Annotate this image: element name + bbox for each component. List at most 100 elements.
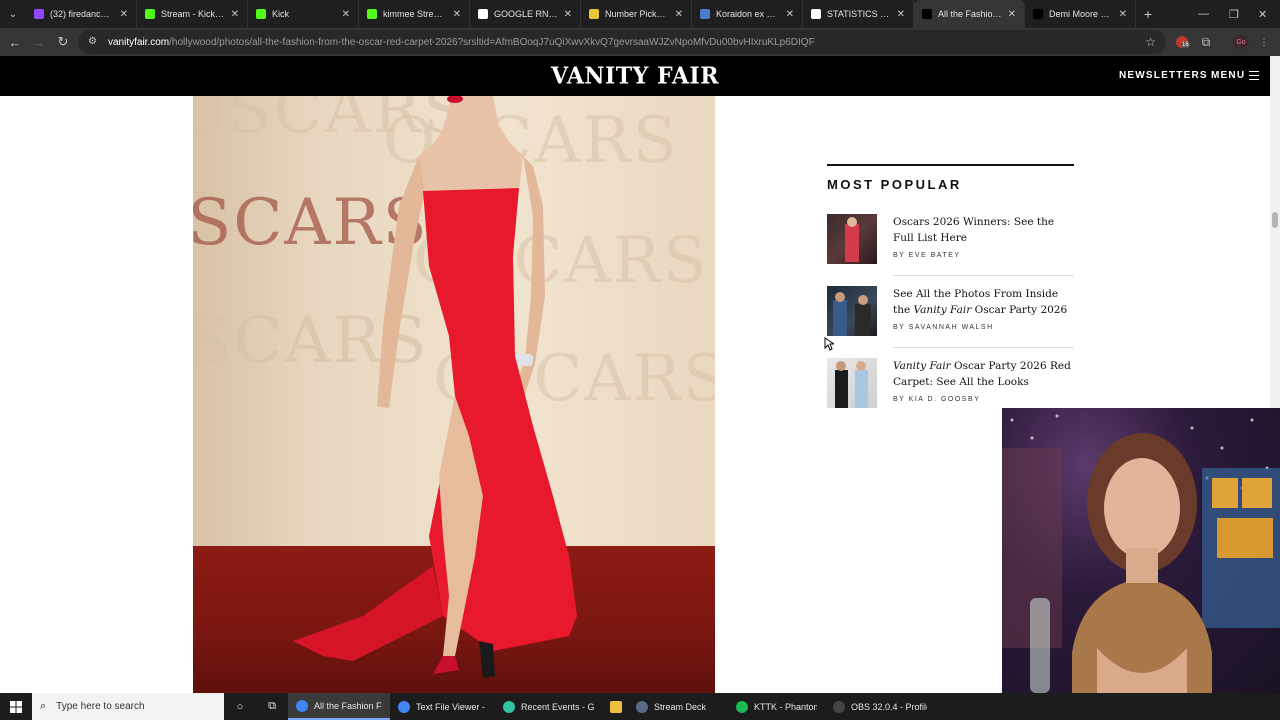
vanity-fair-icon xyxy=(1033,9,1043,19)
taskbar-search-input[interactable]: ⌕ Type here to search xyxy=(32,693,224,720)
restore-icon[interactable]: ❐ xyxy=(1229,0,1239,28)
popular-item[interactable]: Oscars 2026 Winners: See the Full List H… xyxy=(827,214,1074,276)
task-view-icon[interactable]: ⧉ xyxy=(256,693,288,720)
taskbar-app[interactable]: KTTK - Phantom xyxy=(728,693,825,720)
popular-thumbnail[interactable] xyxy=(827,358,877,408)
popular-headline[interactable]: See All the Photos From Inside the Vanit… xyxy=(893,286,1074,318)
taskbar-app[interactable]: All the Fashion Fro... xyxy=(288,693,390,720)
tab-close-icon[interactable]: ✕ xyxy=(120,9,128,20)
google-icon xyxy=(811,9,821,19)
tab-title: STATISTICS OF PU xyxy=(827,9,891,19)
streamlabs-icon xyxy=(503,700,515,713)
new-tab-button[interactable]: + xyxy=(1136,6,1160,22)
browser-tab[interactable]: Stream - Kick Das ✕ xyxy=(137,0,248,28)
google-icon xyxy=(478,9,488,19)
popular-thumbnail[interactable] xyxy=(827,214,877,264)
model-figure xyxy=(293,96,577,678)
item-divider xyxy=(893,347,1074,348)
taskbar-app[interactable]: Stream Deck xyxy=(628,693,728,720)
streamer-figure xyxy=(1002,414,1280,693)
browser-tab[interactable]: All the Fashion Fr ✕ xyxy=(914,0,1025,28)
tab-close-icon[interactable]: ✕ xyxy=(786,9,794,20)
popular-headline[interactable]: Vanity Fair Oscar Party 2026 Red Carpet:… xyxy=(893,358,1074,390)
taskbar-app-label: Recent Events - Go... xyxy=(521,701,594,712)
browser-tab[interactable]: (32) firedancer - T ✕ xyxy=(26,0,137,28)
url-host: vanityfair.com xyxy=(108,36,170,48)
tab-title: GOOGLE RNG - G xyxy=(494,9,558,19)
tab-title: (32) firedancer - T xyxy=(50,9,114,19)
browser-menu-icon[interactable]: ⋮ xyxy=(1256,34,1272,50)
taskbar-app-label: Stream Deck xyxy=(654,701,707,712)
taskbar-app[interactable]: OBS 32.0.4 - Profile:... xyxy=(825,693,935,720)
site-header: VANITY FAIR NEWSLETTERS MENU xyxy=(0,56,1280,96)
mouse-cursor-icon xyxy=(824,337,834,351)
kick-icon xyxy=(256,9,266,19)
browser-tab[interactable]: Kick ✕ xyxy=(248,0,359,28)
tab-close-icon[interactable]: ✕ xyxy=(897,9,905,20)
tab-close-icon[interactable]: ✕ xyxy=(1008,9,1016,20)
taskbar-app-label: All the Fashion Fro... xyxy=(314,700,382,711)
address-bar[interactable]: ⚙ vanityfair.com /hollywood/photos/all-t… xyxy=(78,30,1166,54)
newsletters-link[interactable]: NEWSLETTERS xyxy=(1119,70,1208,81)
scrollbar-thumb[interactable] xyxy=(1272,212,1278,228)
tab-close-icon[interactable]: ✕ xyxy=(231,9,239,20)
taskbar-app[interactable]: Text File Viewer - G... xyxy=(390,693,495,720)
tab-close-icon[interactable]: ✕ xyxy=(1119,9,1127,20)
back-icon[interactable]: ← xyxy=(3,30,27,54)
stream-deck-icon xyxy=(636,700,648,713)
windows-start-icon[interactable] xyxy=(0,693,32,720)
profile-avatar[interactable]: Go xyxy=(1233,34,1249,50)
browser-tab[interactable]: GOOGLE RNG - G ✕ xyxy=(470,0,581,28)
tab-title: Kick xyxy=(272,9,290,19)
popular-byline: BY SAVANNAH WALSH xyxy=(893,324,994,331)
vanity-fair-icon xyxy=(922,9,932,19)
taskbar-app-label: KTTK - Phantom xyxy=(754,701,817,712)
browser-tab[interactable]: Demi Moore Says ✕ xyxy=(1025,0,1136,28)
bookmark-star-icon[interactable]: ☆ xyxy=(1145,35,1156,49)
picker-icon xyxy=(589,9,599,19)
tab-close-icon[interactable]: ✕ xyxy=(453,9,461,20)
chrome-icon xyxy=(296,699,308,712)
folder-icon xyxy=(610,700,622,713)
popular-thumbnail[interactable] xyxy=(827,286,877,336)
tab-close-icon[interactable]: ✕ xyxy=(564,9,572,20)
tab-close-icon[interactable]: ✕ xyxy=(675,9,683,20)
popular-byline: BY EVE BATEY xyxy=(893,252,961,259)
browser-tab[interactable]: kimmee Stream - ✕ xyxy=(359,0,470,28)
browser-toolbar: ← → ↻ ⚙ vanityfair.com /hollywood/photos… xyxy=(0,28,1280,56)
taskbar-app[interactable]: Recent Events - Go... xyxy=(495,693,602,720)
tab-title: All the Fashion Fr xyxy=(938,9,1002,19)
cortana-icon[interactable]: ○ xyxy=(224,693,256,720)
tab-title: Number Picker W xyxy=(605,9,669,19)
spotify-icon xyxy=(736,700,748,713)
extensions-puzzle-icon[interactable]: ⧉ xyxy=(1198,34,1214,50)
popular-headline[interactable]: Oscars 2026 Winners: See the Full List H… xyxy=(893,214,1074,246)
extension-icon[interactable]: 16 xyxy=(1174,34,1190,50)
browser-tabstrip: ⌄ (32) firedancer - T ✕ Stream - Kick Das ✕… xyxy=(0,0,1280,28)
red-carpet-photo[interactable]: OSCARS OSCARS OSCARS OSCARS OSCARS OSCAR… xyxy=(193,96,715,693)
most-popular-section: MOST POPULAR Oscars 2026 Winners: See th… xyxy=(827,164,1074,408)
chrome-icon xyxy=(398,700,410,713)
forward-icon[interactable]: → xyxy=(27,30,51,54)
reload-icon[interactable]: ↻ xyxy=(51,30,75,54)
browser-tab[interactable]: Number Picker W ✕ xyxy=(581,0,692,28)
site-info-icon[interactable]: ⚙ xyxy=(88,36,100,48)
taskbar-app[interactable] xyxy=(602,693,628,720)
popular-item[interactable]: See All the Photos From Inside the Vanit… xyxy=(827,286,1074,348)
popular-item[interactable]: Vanity Fair Oscar Party 2026 Red Carpet:… xyxy=(827,358,1074,414)
menu-button[interactable]: MENU xyxy=(1211,70,1245,81)
browser-tab[interactable]: STATISTICS OF PU ✕ xyxy=(803,0,914,28)
tab-search-icon[interactable]: ⌄ xyxy=(0,0,26,28)
vanity-fair-logo[interactable]: VANITY FAIR xyxy=(0,62,1270,89)
hamburger-icon[interactable] xyxy=(1249,71,1259,83)
tab-close-icon[interactable]: ✕ xyxy=(342,9,350,20)
close-window-icon[interactable]: ✕ xyxy=(1258,0,1267,28)
tab-title: kimmee Stream - xyxy=(383,9,447,19)
webcam-overlay xyxy=(1002,408,1280,693)
taskbar-app-label: Text File Viewer - G... xyxy=(416,701,487,712)
minimize-icon[interactable]: — xyxy=(1198,0,1209,28)
browser-tab[interactable]: Koraidon ex #121 ✕ xyxy=(692,0,803,28)
url-path: /hollywood/photos/all-the-fashion-from-t… xyxy=(169,36,815,48)
tab-title: Koraidon ex #121 xyxy=(716,9,780,19)
obs-icon xyxy=(833,700,845,713)
